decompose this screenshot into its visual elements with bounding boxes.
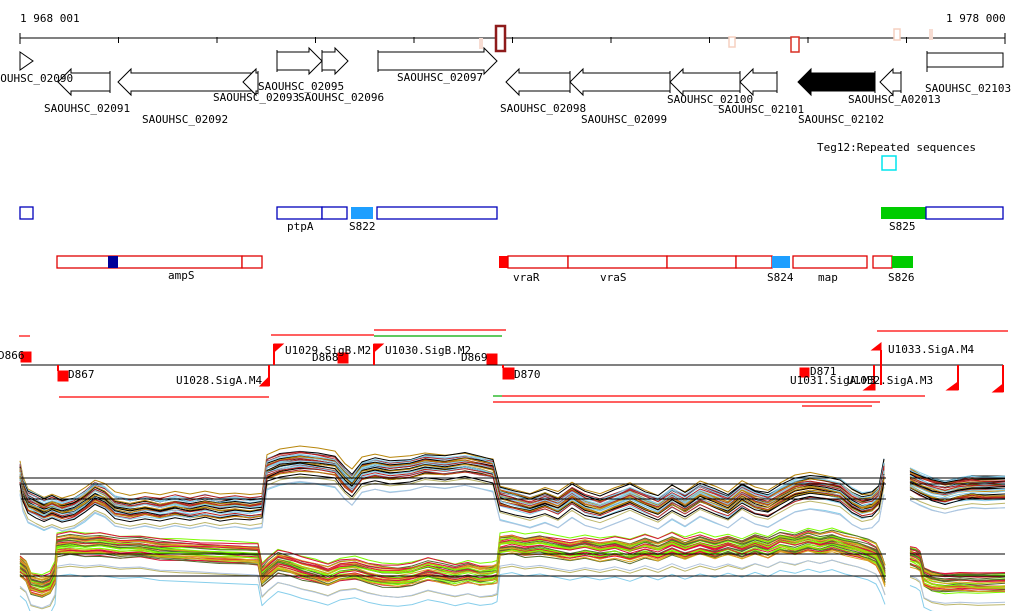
feature-label-ptpa: ptpA bbox=[287, 220, 314, 233]
gene-label-saouhsc-02092: SAOUHSC_02092 bbox=[142, 113, 229, 126]
repeat-track-title: Teg12:Repeated sequences bbox=[817, 141, 976, 154]
feature-label-map: map bbox=[818, 271, 838, 284]
gene-label-saouhsc-02099: SAOUHSC_02099 bbox=[581, 113, 668, 126]
site-label-u1033-siga-m4: U1033.SigA.M4 bbox=[888, 343, 975, 356]
site-label-d870: D870 bbox=[514, 368, 541, 381]
gene-label-saouhsc-02098: SAOUHSC_02098 bbox=[500, 102, 587, 115]
gene-label-saouhsc-a02013: SAOUHSC_A02013 bbox=[848, 93, 941, 106]
site-label-d868: D868 bbox=[312, 351, 339, 364]
gene-label-saouhsc-02101: SAOUHSC_02101 bbox=[718, 103, 805, 116]
feature-label-amps: ampS bbox=[168, 269, 195, 282]
gene-label-saouhsc-02097: SAOUHSC_02097 bbox=[397, 71, 484, 84]
ruler-end-coordinate: 1 978 000 bbox=[946, 12, 1006, 25]
site-label-u1032-siga-m3: U1032.SigA.M3 bbox=[847, 374, 934, 387]
gene-label-saouhsc-02096: SAOUHSC_02096 bbox=[298, 91, 385, 104]
site-label-u1028-siga-m4: U1028.SigA.M4 bbox=[176, 374, 263, 387]
site-label-u1030-sigb-m2: U1030.SigB.M2 bbox=[385, 344, 472, 357]
labels-layer: 1 968 001 1 978 000 Teg12:Repeated seque… bbox=[0, 0, 1024, 611]
site-label-d869: D869 bbox=[461, 351, 488, 364]
gene-label-saouhsc-02103: SAOUHSC_02103 bbox=[925, 82, 1012, 95]
ruler-start-coordinate: 1 968 001 bbox=[20, 12, 80, 25]
gene-label-saouhsc-02091: SAOUHSC_02091 bbox=[44, 102, 131, 115]
feature-label-s825: S825 bbox=[889, 220, 916, 233]
gene-label-saouhsc-02102: SAOUHSC_02102 bbox=[798, 113, 885, 126]
gene-label-saouhsc-02090: SAOUHSC_02090 bbox=[0, 72, 74, 85]
feature-label-vrar: vraR bbox=[513, 271, 540, 284]
feature-label-s822: S822 bbox=[349, 220, 376, 233]
feature-label-s826: S826 bbox=[888, 271, 915, 284]
site-label-d867: D867 bbox=[68, 368, 95, 381]
feature-label-s824: S824 bbox=[767, 271, 794, 284]
feature-label-vras: vraS bbox=[600, 271, 627, 284]
site-label-d866: D866 bbox=[0, 349, 25, 362]
gene-label-saouhsc-02093: SAOUHSC_02093 bbox=[213, 91, 300, 104]
